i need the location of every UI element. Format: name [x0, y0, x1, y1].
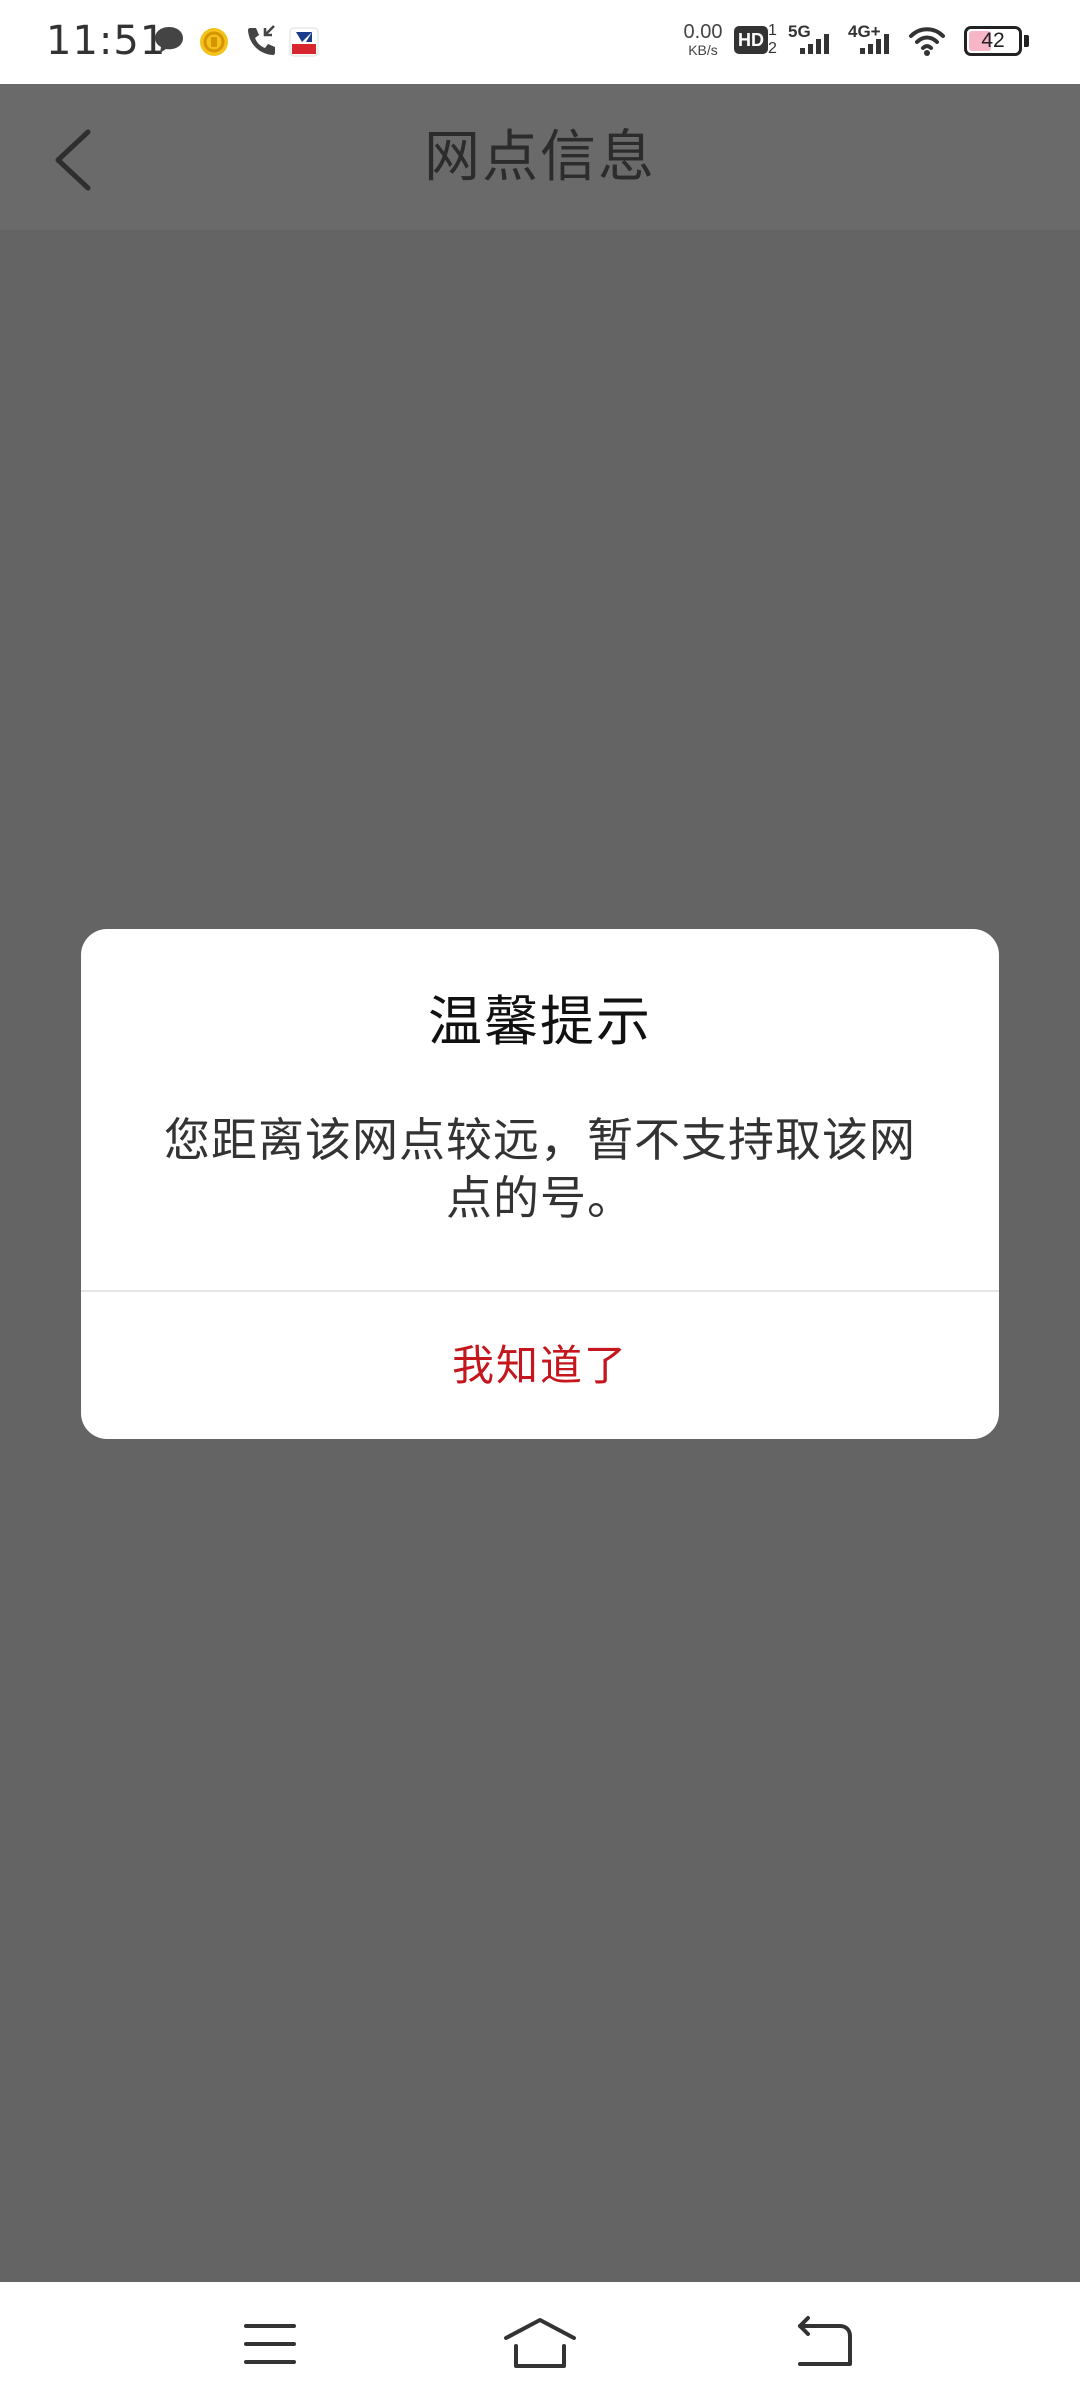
alert-dialog: 温馨提示 您距离该网点较远，暂不支持取该网点的号。 我知道了	[81, 929, 999, 1439]
coin-app-icon	[200, 28, 228, 56]
hd-sim-index: 12	[768, 22, 777, 57]
back-icon[interactable]	[784, 2312, 864, 2376]
net-speed-unit: KB/s	[688, 42, 718, 58]
wifi-icon	[909, 27, 945, 56]
battery-level: 42	[981, 29, 1005, 52]
message-icon	[155, 27, 183, 53]
hd-label: HD	[738, 30, 764, 50]
page-title: 网点信息	[424, 125, 656, 190]
dialog-message: 您距离该网点较远，暂不支持取该网点的号。	[164, 1113, 916, 1225]
home-icon[interactable]	[500, 2312, 580, 2376]
confirm-button[interactable]: 我知道了	[81, 1292, 999, 1439]
net-speed: 0.00 KB/s	[680, 22, 726, 58]
signal-4g-icon: 4G+	[846, 22, 898, 58]
status-bar: 11:51 0.00 KB/s HD 12 5G 4G+ 42	[0, 0, 1080, 84]
hd-icon: HD	[734, 26, 768, 54]
dialog-title: 温馨提示	[428, 990, 652, 1053]
status-time: 11:51	[46, 18, 167, 64]
battery-tip	[1024, 35, 1029, 47]
app-header: 网点信息	[0, 84, 1080, 230]
net-speed-value: 0.00	[683, 21, 723, 43]
sim1-label: 5G	[788, 22, 811, 41]
signal-5g-icon: 5G	[786, 22, 838, 58]
call-icon	[248, 25, 275, 55]
menu-icon[interactable]	[230, 2312, 310, 2376]
bank-app-icon	[289, 27, 319, 57]
battery-icon: 42	[964, 26, 1022, 56]
system-nav-bar	[0, 2282, 1080, 2408]
